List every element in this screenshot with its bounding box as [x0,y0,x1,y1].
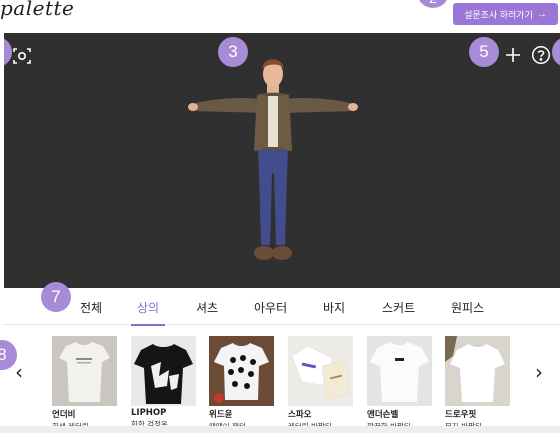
product-brand: 위드윤 [209,410,233,420]
help-icon[interactable] [531,45,551,69]
product-card[interactable]: 위드윤 땡땡이 패턴 [209,336,274,432]
carousel-prev-button[interactable]: ‹ [15,360,23,384]
tab-shirts[interactable]: 셔츠 [196,299,218,321]
product-image [52,336,117,406]
survey-button-label: 설문조사 하러가기 [464,9,533,20]
avatar-figure [188,59,358,260]
product-image [445,336,510,406]
survey-button[interactable]: 설문조사 하러가기 → [453,3,558,25]
tab-all[interactable]: 전체 [80,299,102,321]
app-logo: palette [0,0,75,20]
product-carousel: 8 ‹ › 언더비 흰색 레터링... LIPHOP 힙한 검정옷 [0,326,560,433]
tutorial-marker-7: 7 [41,282,71,312]
product-image [288,336,353,406]
product-card[interactable]: 언더비 흰색 레터링... [52,336,117,432]
product-brand: 언더비 [52,410,76,420]
tab-onepiece[interactable]: 원피스 [451,299,484,321]
product-image [209,336,274,406]
tutorial-marker-5: 5 [469,37,499,67]
plus-icon[interactable] [505,47,521,67]
category-tabs: 7 전체 상의 셔츠 아우터 바지 스커트 원피스 [4,282,560,326]
tab-skirt[interactable]: 스커트 [382,299,415,321]
product-image [131,336,196,406]
product-card[interactable]: 스파오 레터링 반팔티 [288,336,353,432]
product-brand: 앤더슨벨 [367,410,399,420]
product-brand: LIPHOP [131,408,167,418]
tab-outer[interactable]: 아우터 [254,299,287,321]
product-card[interactable]: 앤더슨벨 깔끔한 반팔티 [367,336,432,432]
avatar-3d-viewport[interactable]: 3 5 [4,33,560,288]
arrow-right-icon: → [536,8,547,20]
tutorial-marker-2: 2 [417,0,449,8]
tab-pants[interactable]: 바지 [323,299,345,321]
product-image [367,336,432,406]
tab-tops[interactable]: 상의 [130,299,166,326]
tutorial-marker-6 [552,37,560,67]
product-brand: 드로우핏 [445,410,477,420]
product-brand: 스파오 [288,410,312,420]
tutorial-marker-1 [4,37,12,67]
carousel-next-button[interactable]: › [535,360,543,384]
capture-icon[interactable] [13,47,31,69]
product-card[interactable]: 드로우핏 무지 반팔티 [445,336,510,432]
bottom-bar [0,426,560,433]
product-card[interactable]: LIPHOP 힙한 검정옷 [131,336,196,430]
